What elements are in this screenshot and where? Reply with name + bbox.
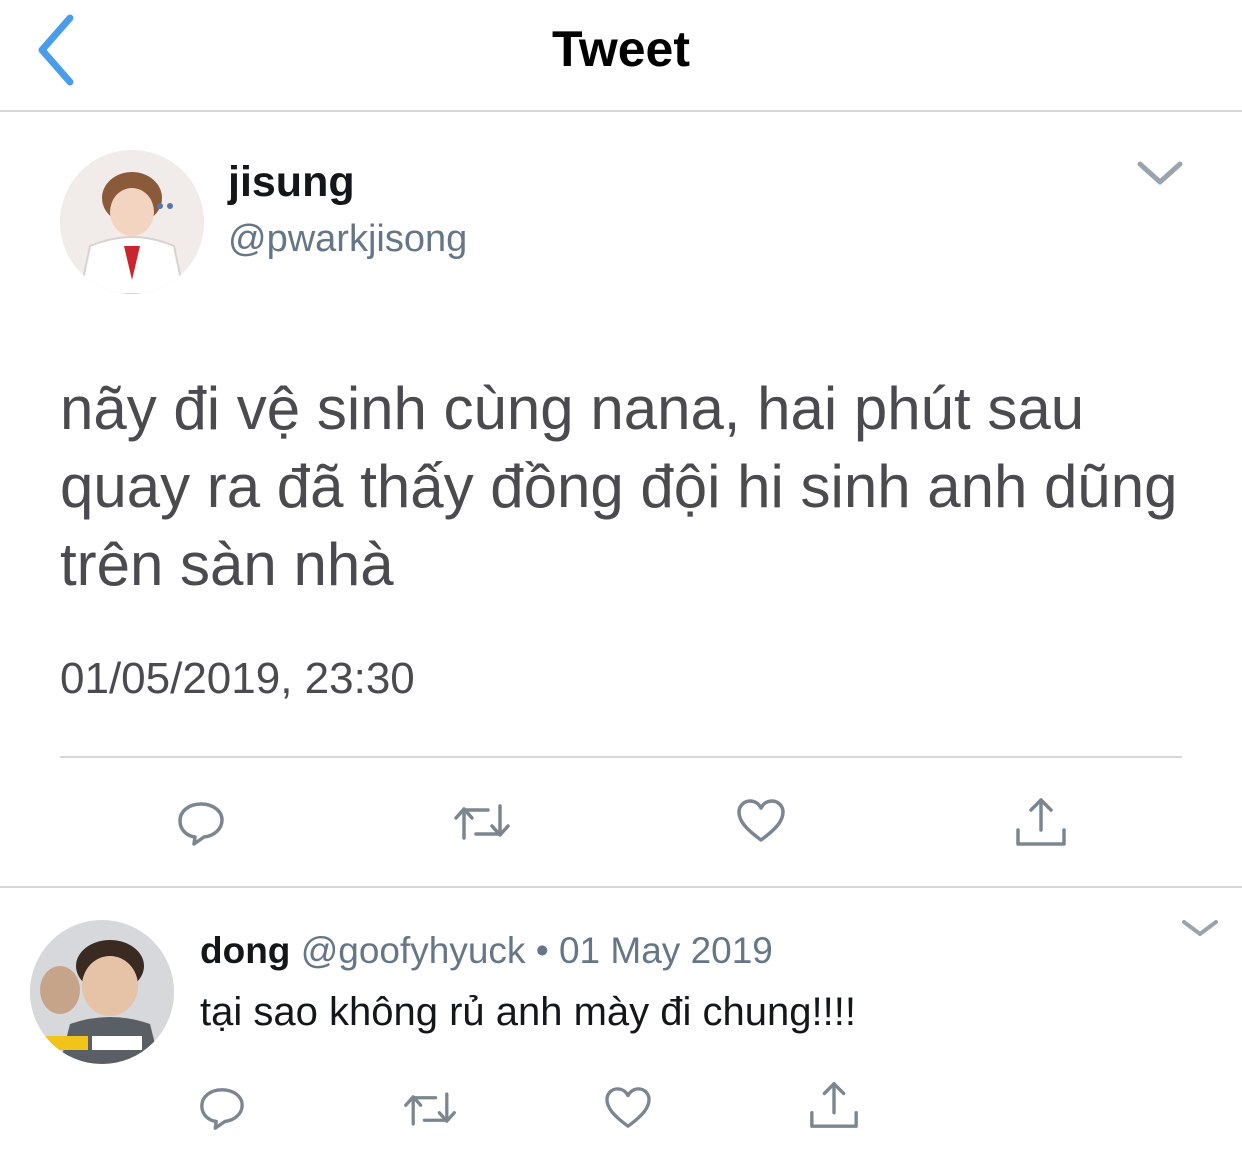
nav-header: Tweet xyxy=(0,0,1242,112)
author-name[interactable]: jisung xyxy=(228,158,355,207)
reply-share-button[interactable] xyxy=(808,1080,860,1132)
reply-like-button[interactable] xyxy=(604,1086,652,1130)
reply-meta: dong @goofyhyuck • 01 May 2019 xyxy=(200,930,773,972)
like-button[interactable] xyxy=(736,798,786,844)
retweet-button[interactable] xyxy=(452,800,512,844)
reply-icon xyxy=(178,802,224,846)
like-icon xyxy=(605,1087,651,1128)
reply-date: 01 May 2019 xyxy=(558,930,773,971)
reply-text: tại sao không rủ anh mày đi chung!!!! xyxy=(200,990,856,1034)
tweet-timestamp: 01/05/2019, 23:30 xyxy=(60,654,415,703)
retweet-icon xyxy=(404,1092,456,1126)
reply-reply-button[interactable] xyxy=(198,1084,246,1132)
share-icon xyxy=(810,1082,858,1128)
reply-avatar[interactable] xyxy=(30,920,174,1064)
avatar-image xyxy=(60,150,204,294)
reply-retweet-button[interactable] xyxy=(402,1088,458,1130)
divider xyxy=(60,756,1182,758)
meta-separator: • xyxy=(535,930,549,971)
reply-menu-button[interactable] xyxy=(1180,914,1220,942)
chevron-down-icon xyxy=(1182,920,1218,936)
like-icon xyxy=(737,799,785,842)
share-icon xyxy=(1016,798,1066,846)
chevron-down-icon xyxy=(1137,161,1183,185)
avatar-image xyxy=(30,920,174,1064)
reply-icon xyxy=(200,1088,244,1130)
avatar[interactable] xyxy=(60,150,204,294)
page-title: Tweet xyxy=(552,21,690,77)
retweet-icon xyxy=(454,804,510,840)
tweet-text: nãy đi vệ sinh cùng nana, hai phút sau q… xyxy=(60,375,1178,598)
tweet-menu-button[interactable] xyxy=(1134,152,1186,192)
reply-author-handle[interactable]: @goofyhyuck xyxy=(301,930,526,971)
reply-button[interactable] xyxy=(176,798,226,848)
share-button[interactable] xyxy=(1014,796,1068,850)
divider xyxy=(0,886,1242,888)
author-handle[interactable]: @pwarkjisong xyxy=(228,218,467,261)
reply-author-name[interactable]: dong xyxy=(200,930,290,971)
